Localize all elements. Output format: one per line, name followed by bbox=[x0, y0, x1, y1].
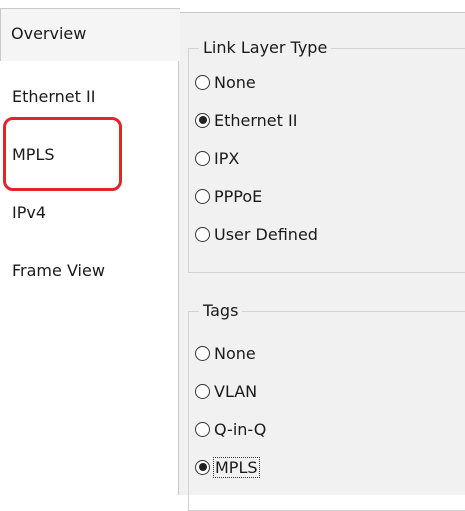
radio-label: MPLS bbox=[213, 456, 260, 478]
tags-vlan-radio[interactable]: VLAN bbox=[195, 378, 257, 404]
tab-ipv4[interactable]: IPv4 bbox=[0, 190, 178, 236]
link-layer-none-radio[interactable]: None bbox=[195, 69, 256, 95]
radio-checked-icon bbox=[195, 459, 210, 475]
radio-label: IPX bbox=[214, 148, 240, 168]
link-layer-user-defined-radio[interactable]: User Defined bbox=[195, 221, 318, 247]
radio-unchecked-icon bbox=[195, 74, 210, 90]
tags-none-radio[interactable]: None bbox=[195, 340, 256, 366]
link-layer-ethernet-ii-radio[interactable]: Ethernet II bbox=[195, 107, 297, 133]
tab-list: Overview Ethernet II MPLS IPv4 Frame Vie… bbox=[0, 0, 180, 495]
tags-mpls-radio[interactable]: MPLS bbox=[195, 454, 260, 480]
radio-unchecked-icon bbox=[195, 226, 210, 242]
link-layer-pppoe-radio[interactable]: PPPoE bbox=[195, 183, 262, 209]
radio-unchecked-icon bbox=[195, 421, 210, 437]
tab-overview[interactable]: Overview bbox=[0, 8, 180, 61]
radio-unchecked-icon bbox=[195, 150, 210, 166]
overview-panel: Link Layer Type None Ethernet II IPX PPP… bbox=[178, 12, 465, 511]
tags-group: Tags None VLAN Q-in-Q MPLS bbox=[188, 300, 465, 511]
tab-frame-view[interactable]: Frame View bbox=[0, 248, 178, 294]
radio-unchecked-icon bbox=[195, 345, 210, 361]
radio-label: Ethernet II bbox=[214, 110, 298, 130]
tags-q-in-q-radio[interactable]: Q-in-Q bbox=[195, 416, 266, 442]
tab-ethernet-ii[interactable]: Ethernet II bbox=[0, 74, 178, 120]
radio-label: VLAN bbox=[214, 381, 258, 401]
radio-unchecked-icon bbox=[195, 383, 210, 399]
link-layer-ipx-radio[interactable]: IPX bbox=[195, 145, 239, 171]
radio-label: None bbox=[214, 72, 256, 92]
radio-label: User Defined bbox=[214, 224, 318, 244]
radio-label: None bbox=[214, 343, 256, 363]
link-layer-type-title: Link Layer Type bbox=[199, 37, 332, 59]
link-layer-type-group: Link Layer Type None Ethernet II IPX PPP… bbox=[188, 37, 465, 273]
radio-unchecked-icon bbox=[195, 188, 210, 204]
radio-label: PPPoE bbox=[214, 186, 263, 206]
radio-label: Q-in-Q bbox=[214, 419, 267, 439]
tab-mpls[interactable]: MPLS bbox=[0, 132, 178, 178]
tags-title: Tags bbox=[199, 300, 243, 322]
radio-checked-icon bbox=[195, 112, 210, 128]
